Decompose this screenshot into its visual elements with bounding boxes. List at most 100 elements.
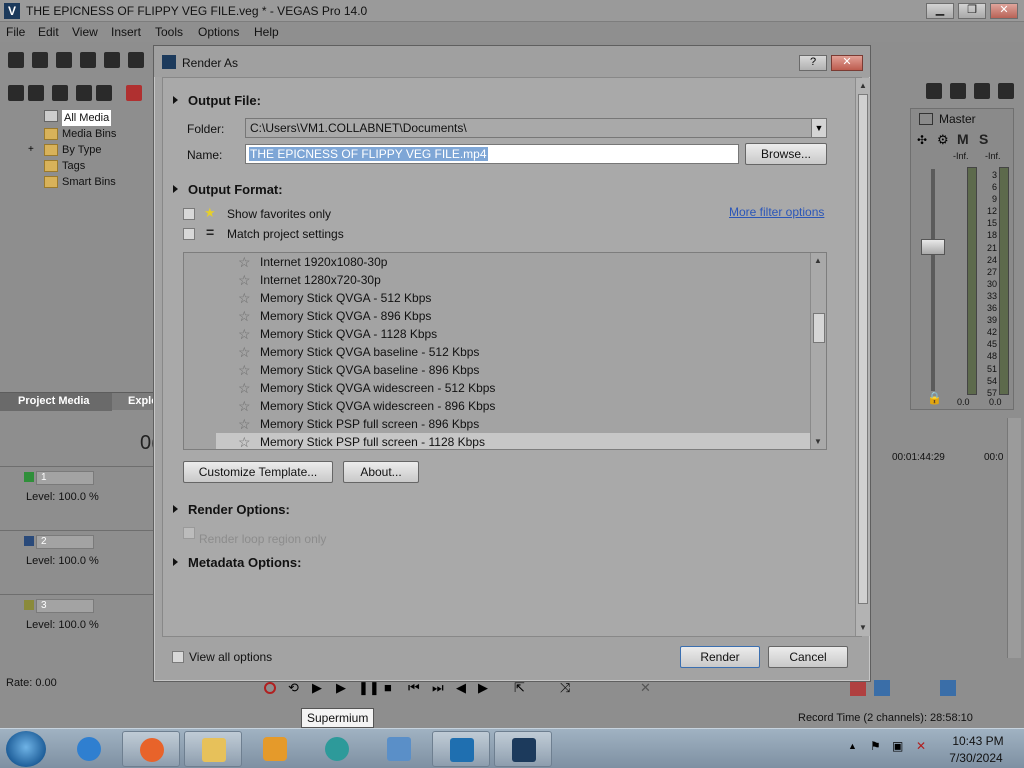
track-level[interactable]: Level: 100.0 % [26, 491, 99, 503]
about-button[interactable]: About... [343, 461, 419, 483]
taskbar-vegas[interactable] [494, 731, 552, 767]
clock-time[interactable]: 10:43 PM [948, 734, 1008, 748]
favorite-star-icon[interactable]: ☆ [238, 325, 251, 343]
track-level[interactable]: Level: 100.0 % [26, 555, 99, 567]
template-row[interactable]: ☆ Memory Stick QVGA widescreen - 512 Kbps [216, 379, 810, 397]
favorite-star-icon[interactable]: ☆ [238, 433, 251, 449]
taskbar-media-player[interactable] [246, 731, 304, 767]
menu-file[interactable]: File [6, 25, 25, 39]
dim-icon[interactable] [974, 83, 990, 99]
media-fx-icon[interactable] [76, 85, 92, 101]
show-favorites-checkbox[interactable] [183, 208, 195, 220]
get-media-icon[interactable] [52, 85, 68, 101]
snap-icon[interactable] [850, 680, 866, 696]
taskbar-file-explorer[interactable] [184, 731, 242, 767]
close-window-button[interactable]: ✕ [990, 3, 1018, 19]
next-frame-icon[interactable]: ▶ [478, 680, 488, 696]
tree-item-smart-bins[interactable]: Smart Bins [62, 174, 116, 190]
loop-icon[interactable]: ⟲ [288, 680, 299, 696]
template-row[interactable]: ☆ Internet 1920x1080-30p [216, 253, 810, 271]
folder-combobox[interactable]: C:\Users\VM1.COLLABNET\Documents\ [245, 118, 827, 138]
gear-icon[interactable]: ⚙ [937, 132, 949, 148]
tree-item-tags[interactable]: Tags [62, 158, 85, 174]
menu-help[interactable]: Help [254, 25, 279, 39]
dialog-scrollbar[interactable]: ▲ ▼ [855, 78, 870, 636]
cancel-button[interactable]: Cancel [768, 646, 848, 668]
envelope-tool-icon[interactable]: ⤨ [560, 680, 570, 696]
menu-insert[interactable]: Insert [111, 25, 141, 39]
favorite-star-icon[interactable]: ☆ [238, 379, 251, 397]
close-dialog-button[interactable]: ✕ [831, 55, 863, 71]
remove-icon[interactable] [126, 85, 142, 101]
record-icon[interactable] [264, 682, 276, 694]
save-as-icon[interactable] [80, 52, 96, 68]
match-project-checkbox[interactable] [183, 228, 195, 240]
taskbar-firefox[interactable] [122, 731, 180, 767]
template-list[interactable]: ☆ Internet 1920x1080-30p ☆ Internet 1280x72… [183, 252, 827, 450]
menu-tools[interactable]: Tools [155, 25, 183, 39]
more-filter-options-link[interactable]: More filter options [729, 205, 824, 219]
lock-envelopes-icon[interactable] [940, 680, 956, 696]
play-from-start-icon[interactable]: ▶ [312, 680, 322, 696]
template-row[interactable]: ☆ Memory Stick QVGA baseline - 512 Kbps [216, 343, 810, 361]
customize-template-button[interactable]: Customize Template... [183, 461, 333, 483]
auto-ripple-icon[interactable] [874, 680, 890, 696]
output-format-section[interactable]: Output Format: [173, 182, 283, 197]
output-file-section[interactable]: Output File: [173, 93, 261, 108]
show-hidden-icons[interactable]: ▲ [848, 741, 857, 751]
menu-options[interactable]: Options [198, 25, 239, 39]
favorite-star-icon[interactable]: ☆ [238, 307, 251, 325]
favorite-star-icon[interactable]: ☆ [238, 415, 251, 433]
import-media-icon[interactable] [8, 85, 24, 101]
web-icon[interactable] [96, 85, 112, 101]
view-all-options-checkbox[interactable] [172, 651, 184, 663]
master-toggle-icon[interactable] [919, 113, 933, 125]
favorite-star-icon[interactable]: ☆ [238, 271, 251, 289]
scroll-up-icon[interactable]: ▲ [814, 256, 822, 265]
pause-icon[interactable]: ❚❚ [358, 680, 380, 696]
stop-icon[interactable]: ■ [384, 680, 392, 695]
mute-button[interactable]: M [957, 131, 969, 147]
scroll-thumb[interactable] [858, 94, 868, 604]
minimize-button[interactable]: ▁ [926, 3, 954, 19]
render-loop-checkbox[interactable] [183, 527, 195, 539]
taskbar-supermium[interactable] [308, 731, 366, 767]
scroll-down-icon[interactable]: ▼ [814, 437, 822, 446]
track-level[interactable]: Level: 100.0 % [26, 619, 99, 631]
delete-icon[interactable]: ✕ [640, 680, 651, 696]
prev-frame-icon[interactable]: ◀ [456, 680, 466, 696]
help-button[interactable]: ? [799, 55, 827, 71]
template-row[interactable]: ☆ Memory Stick QVGA baseline - 896 Kbps [216, 361, 810, 379]
scroll-up-icon[interactable]: ▲ [859, 81, 867, 90]
master-fx-icon[interactable]: ✣ [917, 133, 927, 147]
template-row[interactable]: ☆ Memory Stick PSP full screen - 1128 Kbp… [216, 433, 810, 449]
taskbar-control-panel[interactable] [370, 731, 428, 767]
tree-item-by-type[interactable]: By Type [62, 142, 102, 158]
expand-icon[interactable]: + [28, 144, 34, 155]
template-row[interactable]: ☆ Memory Stick QVGA - 1128 Kbps [216, 325, 810, 343]
tree-item-all-media[interactable]: All Media [62, 110, 112, 126]
render-options-section[interactable]: Render Options: [173, 502, 290, 517]
template-list-scrollbar[interactable]: ▲ ▼ [810, 253, 826, 449]
template-row[interactable]: ☆ Memory Stick PSP full screen - 896 Kbps [216, 415, 810, 433]
template-row[interactable]: ☆ Memory Stick QVGA - 512 Kbps [216, 289, 810, 307]
open-folder-icon[interactable] [32, 52, 48, 68]
clock-date[interactable]: 7/30/2024 [944, 751, 1008, 765]
play-icon[interactable]: ▶ [336, 680, 346, 696]
network-icon[interactable]: ▣ [892, 739, 903, 753]
favorite-star-icon[interactable]: ☆ [238, 361, 251, 379]
file-name-input[interactable]: THE EPICNESS OF FLIPPY VEG FILE.mp4 [245, 144, 739, 164]
gear-icon[interactable] [128, 52, 144, 68]
taskbar-internet-explorer[interactable] [60, 731, 118, 767]
favorite-star-icon[interactable]: ☆ [238, 289, 251, 307]
browse-button[interactable]: Browse... [745, 143, 827, 165]
new-file-icon[interactable] [8, 52, 24, 68]
favorite-star-icon[interactable]: ☆ [238, 253, 251, 271]
normal-edit-tool-icon[interactable]: ⇱ [514, 680, 525, 696]
tab-project-media[interactable]: Project Media [0, 393, 112, 411]
timeline-vertical-scrollbar[interactable] [1007, 418, 1021, 658]
render-icon[interactable] [104, 52, 120, 68]
downmix-icon[interactable] [950, 83, 966, 99]
scroll-down-icon[interactable]: ▼ [859, 623, 867, 632]
go-to-end-icon[interactable]: ⏭ [432, 680, 444, 696]
